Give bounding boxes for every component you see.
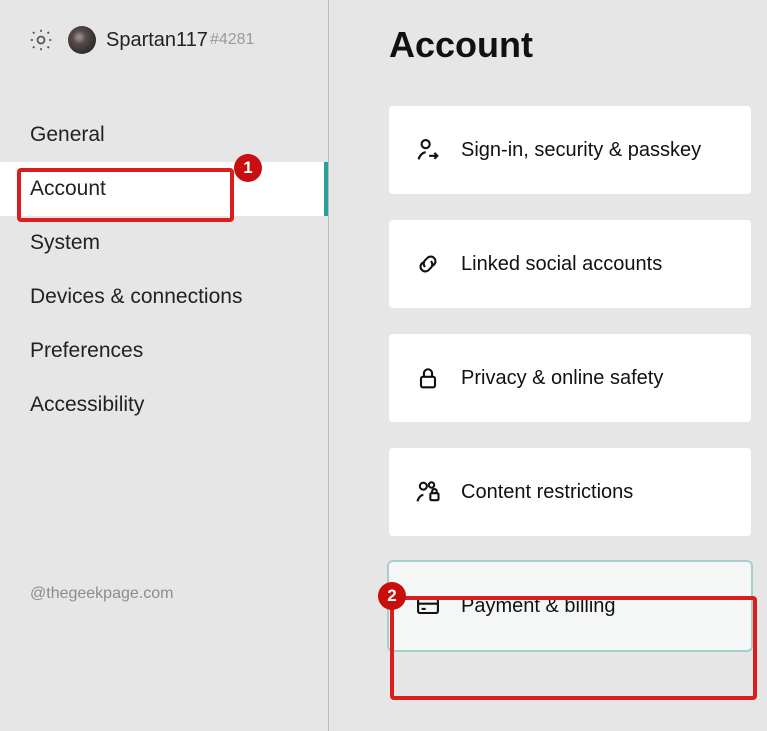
- watermark: @thegeekpage.com: [30, 585, 173, 603]
- people-lock-icon: [407, 478, 449, 506]
- profile-row[interactable]: Spartan117 #4281: [0, 20, 328, 60]
- nav-label: General: [30, 123, 105, 147]
- nav-label: Devices & connections: [30, 285, 242, 309]
- card-label: Privacy & online safety: [461, 365, 663, 392]
- avatar[interactable]: [68, 26, 96, 54]
- card-label: Sign-in, security & passkey: [461, 137, 701, 164]
- card-label: Payment & billing: [461, 593, 616, 620]
- nav-label: Account: [30, 177, 106, 201]
- nav-label: Preferences: [30, 339, 143, 363]
- gear-icon[interactable]: [28, 27, 54, 53]
- username: Spartan117: [106, 29, 208, 52]
- card-label: Content restrictions: [461, 479, 633, 506]
- card-payment-billing[interactable]: Payment & billing: [389, 562, 751, 650]
- person-arrow-icon: [407, 136, 449, 164]
- nav-item-system[interactable]: System: [0, 216, 328, 270]
- user-tag: #4281: [210, 31, 255, 49]
- card-privacy[interactable]: Privacy & online safety: [389, 334, 751, 422]
- card-content-restrictions[interactable]: Content restrictions: [389, 448, 751, 536]
- nav-label: System: [30, 231, 100, 255]
- page-title: Account: [389, 24, 751, 66]
- card-label: Linked social accounts: [461, 251, 662, 278]
- main-panel: Account Sign-in, security & passkey Link…: [329, 0, 767, 731]
- nav-item-preferences[interactable]: Preferences: [0, 324, 328, 378]
- nav-item-general[interactable]: General: [0, 108, 328, 162]
- settings-nav: General Account System Devices & connect…: [0, 108, 328, 432]
- nav-item-accessibility[interactable]: Accessibility: [0, 378, 328, 432]
- nav-item-devices[interactable]: Devices & connections: [0, 270, 328, 324]
- lock-icon: [407, 364, 449, 392]
- nav-item-account[interactable]: Account: [0, 162, 328, 216]
- card-signin-security[interactable]: Sign-in, security & passkey: [389, 106, 751, 194]
- link-icon: [407, 250, 449, 278]
- card-linked-social[interactable]: Linked social accounts: [389, 220, 751, 308]
- card-icon: [407, 592, 449, 620]
- nav-label: Accessibility: [30, 393, 144, 417]
- sidebar: Spartan117 #4281 General Account System …: [0, 0, 329, 731]
